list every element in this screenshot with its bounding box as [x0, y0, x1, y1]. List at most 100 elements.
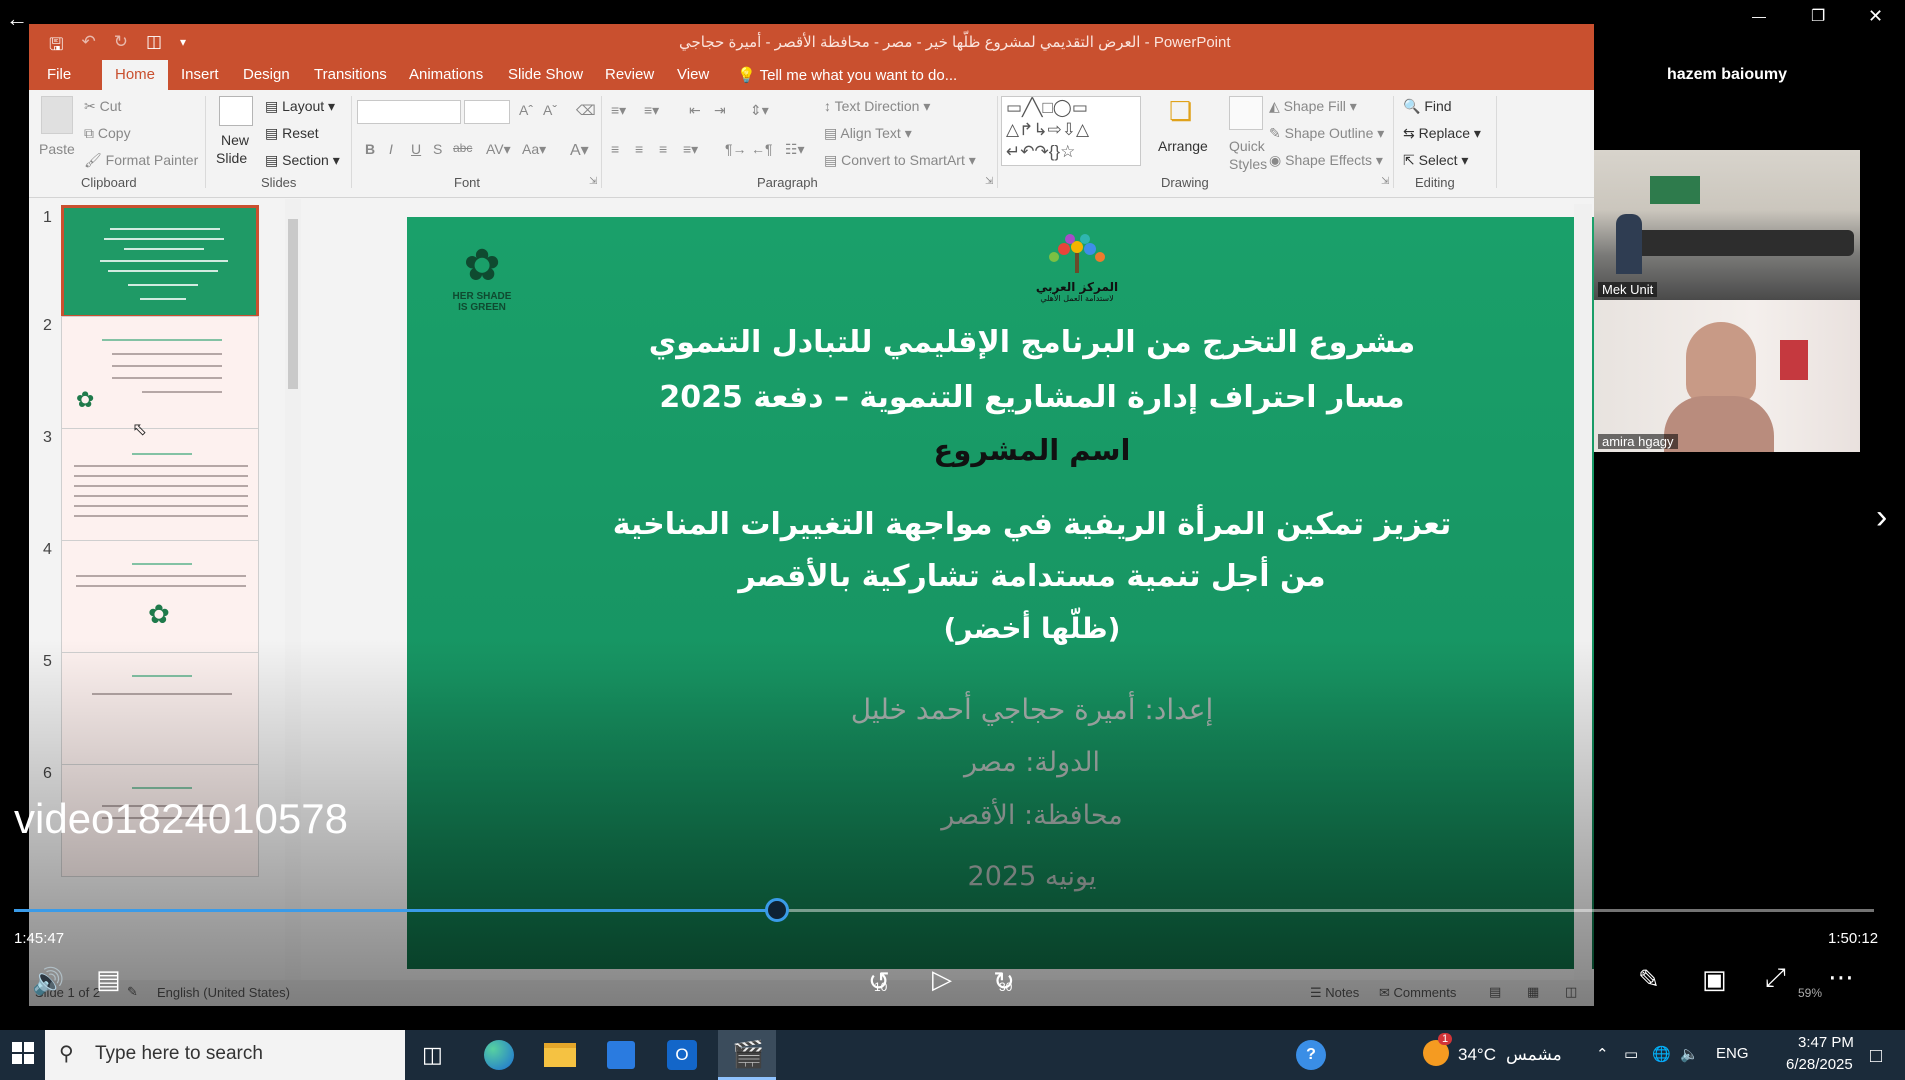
network-icon[interactable]: 🌐: [1652, 1045, 1671, 1063]
slide-canvas[interactable]: ✿ HER SHADE IS GREEN المركز العربي لاستد…: [407, 217, 1594, 969]
section-button[interactable]: ▤ Section ▾: [265, 152, 340, 169]
increase-indent-icon[interactable]: ⇥: [714, 102, 726, 119]
align-text-button[interactable]: ▤ Align Text ▾: [824, 125, 912, 142]
convert-smartart-button[interactable]: ▤ Convert to SmartArt ▾: [824, 152, 976, 169]
next-arrow-icon[interactable]: ›: [1876, 498, 1887, 537]
shadow-button[interactable]: S: [433, 141, 442, 157]
clear-format-icon[interactable]: ⌫: [576, 102, 596, 119]
chevron-up-icon[interactable]: ⌃: [1596, 1045, 1609, 1063]
tab-home[interactable]: Home: [102, 60, 169, 90]
slide-sorter-icon[interactable]: ▦: [1527, 984, 1539, 1000]
file-explorer-icon[interactable]: [544, 1043, 576, 1067]
restore-icon[interactable]: ❐: [1811, 6, 1825, 26]
align-left-icon[interactable]: ≡: [611, 141, 619, 157]
font-name-field[interactable]: [357, 100, 461, 124]
quick-styles-button[interactable]: Quick: [1229, 138, 1265, 154]
shape-effects-button[interactable]: ◉ Shape Effects ▾: [1269, 152, 1383, 169]
more-options-icon[interactable]: ⋯: [1828, 962, 1854, 993]
tab-animations[interactable]: Animations: [409, 66, 483, 83]
store-icon[interactable]: [607, 1041, 635, 1069]
comments-button[interactable]: ✉ Comments: [1379, 985, 1456, 1001]
paste-button[interactable]: Paste: [39, 141, 75, 157]
customize-qat-icon[interactable]: ▾: [180, 35, 186, 61]
input-language[interactable]: ENG: [1716, 1045, 1749, 1062]
decrease-indent-icon[interactable]: ⇤: [689, 102, 701, 119]
undo-icon[interactable]: ↶: [81, 32, 95, 61]
layout-button[interactable]: ▤ Layout ▾: [265, 98, 335, 115]
windows-start-icon[interactable]: [12, 1042, 34, 1064]
reading-view-icon[interactable]: ◫: [1565, 984, 1577, 1000]
new-slide-icon[interactable]: [219, 96, 253, 126]
edit-pen-icon[interactable]: ✎: [1638, 964, 1660, 995]
play-button[interactable]: ▷: [932, 964, 952, 995]
dialog-launcher-icon[interactable]: ⇲: [985, 176, 993, 187]
numbering-icon[interactable]: ≡▾: [644, 102, 659, 119]
scrollbar-thumb[interactable]: [288, 219, 298, 389]
battery-icon[interactable]: ▭: [1624, 1045, 1638, 1063]
tab-file[interactable]: File: [47, 66, 71, 83]
skip-forward-button[interactable]: ↻ 30: [993, 966, 1015, 997]
strikethrough-button[interactable]: abc: [453, 141, 472, 155]
captions-icon[interactable]: ▤: [96, 964, 121, 995]
shapes-gallery[interactable]: ▭╱╲□◯▭ △↱↳⇨⇩△ ↵↶↷{}☆: [1001, 96, 1141, 166]
find-button[interactable]: 🔍 Find: [1403, 98, 1452, 115]
slide-thumbnail[interactable]: [61, 205, 259, 318]
volume-icon[interactable]: 🔊: [32, 966, 64, 997]
tab-view[interactable]: View: [677, 66, 709, 83]
notes-button[interactable]: ☰ Notes: [1310, 985, 1359, 1001]
font-size-field[interactable]: [464, 100, 510, 124]
reset-button[interactable]: ▤ Reset: [265, 125, 319, 142]
close-icon[interactable]: ✕: [1868, 6, 1883, 27]
ltr-icon[interactable]: ¶→: [725, 141, 747, 157]
clock-date[interactable]: 6/28/2025: [1786, 1056, 1853, 1073]
slide-thumbnail[interactable]: ✿: [61, 316, 259, 429]
tab-insert[interactable]: Insert: [181, 66, 219, 83]
participant-tile-amira[interactable]: amira hgagy: [1594, 300, 1860, 452]
shrink-font-icon[interactable]: Aˇ: [543, 102, 557, 118]
present-icon[interactable]: ◫: [146, 32, 162, 61]
select-button[interactable]: ⇱ Select ▾: [1403, 152, 1468, 169]
redo-icon[interactable]: ↻: [114, 32, 128, 61]
mini-player-icon[interactable]: ▣: [1702, 964, 1727, 995]
cut-button[interactable]: ✂ Cut: [84, 98, 121, 115]
notification-center-icon[interactable]: □: [1870, 1045, 1882, 1068]
align-center-icon[interactable]: ≡: [635, 141, 643, 157]
bullets-icon[interactable]: ≡▾: [611, 102, 626, 119]
arrange-button[interactable]: Arrange: [1158, 138, 1208, 154]
tell-me-box[interactable]: 💡 Tell me what you want to do...: [737, 66, 957, 84]
edge-icon[interactable]: [484, 1040, 514, 1070]
video-progress-bar[interactable]: [14, 898, 1874, 922]
fullscreen-icon[interactable]: ⤢: [1765, 962, 1786, 994]
help-icon[interactable]: ?: [1296, 1040, 1326, 1070]
tab-review[interactable]: Review: [605, 66, 654, 83]
tab-transitions[interactable]: Transitions: [314, 66, 387, 83]
tab-design[interactable]: Design: [243, 66, 290, 83]
slide-thumbnail[interactable]: [61, 428, 259, 541]
task-view-icon[interactable]: ◫: [422, 1042, 443, 1068]
rtl-icon[interactable]: ←¶: [751, 141, 773, 157]
slide-thumbnail[interactable]: ✿: [61, 540, 259, 653]
dialog-launcher-icon[interactable]: ⇲: [1381, 176, 1389, 187]
spell-check-icon[interactable]: ✎: [127, 984, 138, 1000]
replace-button[interactable]: ⇆ Replace ▾: [1403, 125, 1481, 142]
arrange-icon[interactable]: ❏: [1169, 96, 1192, 127]
align-right-icon[interactable]: ≡: [659, 141, 667, 157]
shape-outline-button[interactable]: ✎ Shape Outline ▾: [1269, 125, 1384, 142]
format-painter-button[interactable]: 🖌 Format Painter: [84, 152, 198, 169]
save-icon[interactable]: 🖫: [49, 32, 63, 61]
skip-back-button[interactable]: ↺ 10: [868, 966, 890, 997]
back-arrow-icon[interactable]: ←: [6, 6, 28, 32]
italic-button[interactable]: I: [389, 141, 393, 157]
paste-icon[interactable]: [41, 96, 73, 134]
justify-icon[interactable]: ≡▾: [683, 141, 698, 158]
new-slide-button[interactable]: New: [221, 132, 249, 148]
tab-slide-show[interactable]: Slide Show: [508, 66, 583, 83]
line-spacing-icon[interactable]: ⇕▾: [750, 102, 769, 119]
video-app-icon[interactable]: 🎬: [718, 1030, 776, 1080]
progress-handle[interactable]: [764, 898, 789, 922]
taskbar-search-box[interactable]: ⚲ Type here to search: [45, 1030, 405, 1080]
grow-font-icon[interactable]: Aˆ: [519, 102, 533, 118]
clock-time[interactable]: 3:47 PM: [1798, 1034, 1854, 1051]
underline-button[interactable]: U: [411, 141, 421, 157]
text-direction-button[interactable]: ↕ Text Direction ▾: [824, 98, 930, 115]
